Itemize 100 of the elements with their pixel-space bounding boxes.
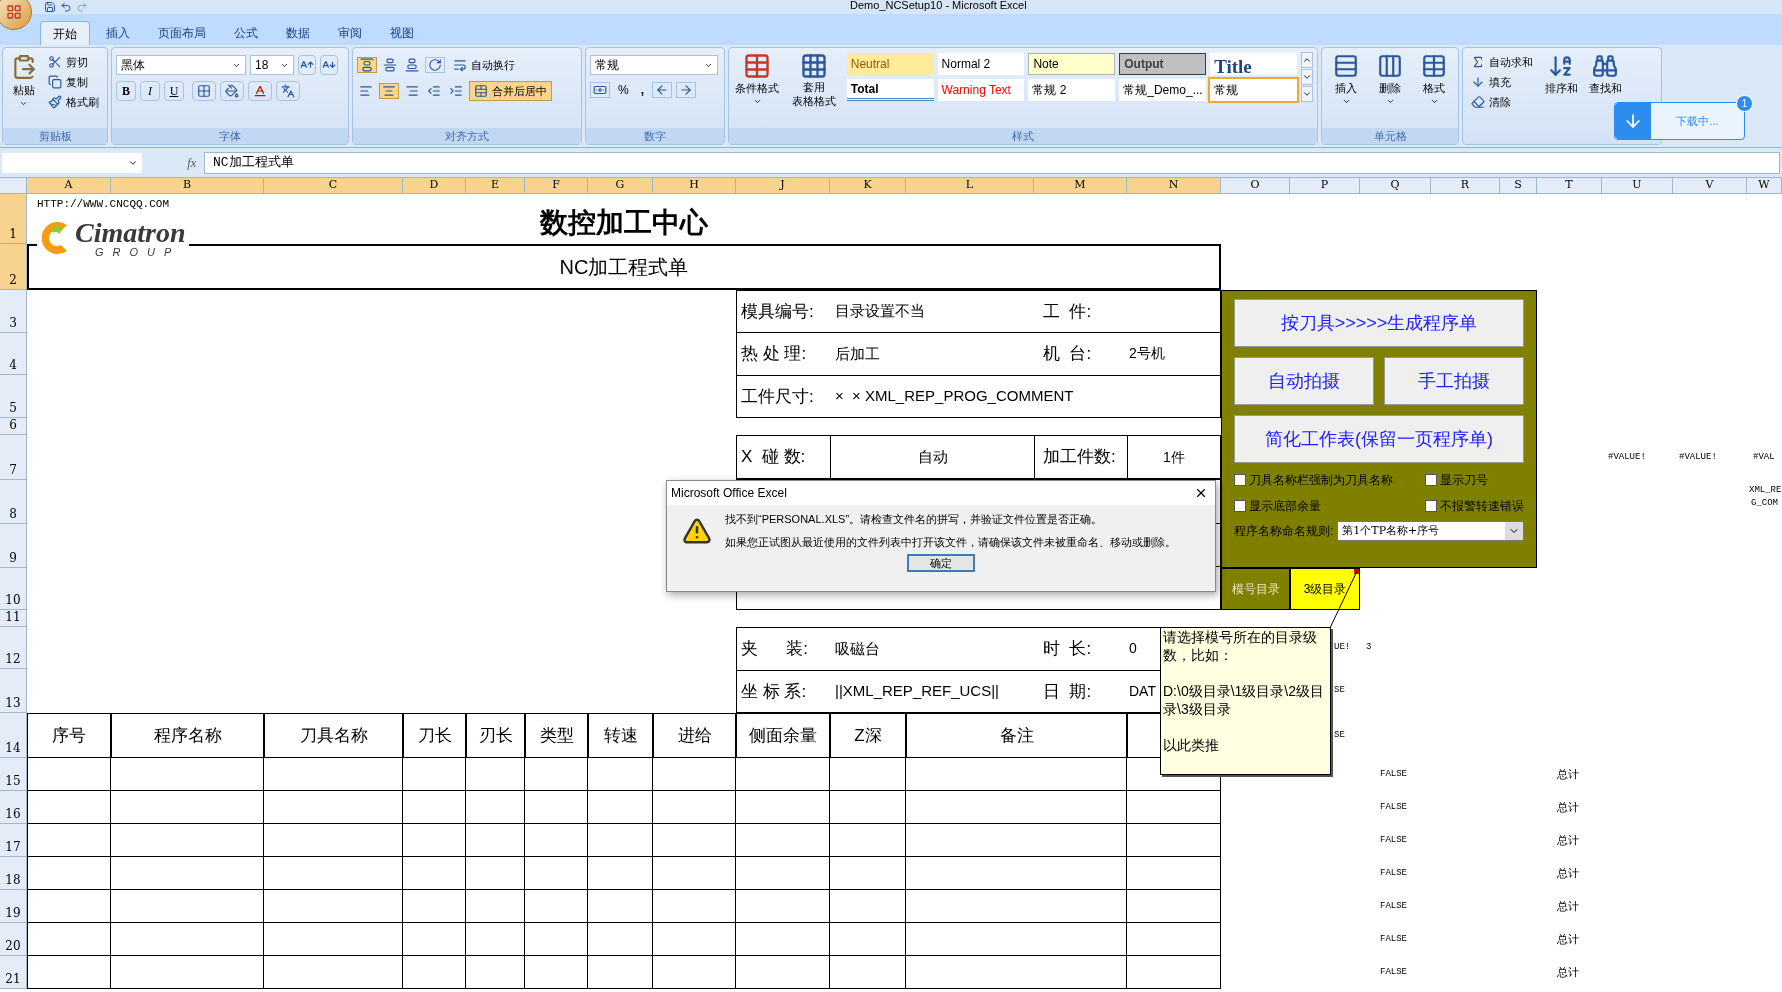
macro-button[interactable]: 自动拍摄 <box>1234 357 1374 405</box>
grow-font-button[interactable] <box>298 55 316 75</box>
column-header[interactable]: V <box>1673 178 1747 194</box>
column-header[interactable]: R <box>1431 178 1500 194</box>
cell-style-item[interactable]: 常规 <box>1210 79 1297 101</box>
row-header[interactable]: 10 <box>0 568 27 610</box>
row-header[interactable]: 13 <box>0 669 27 713</box>
row-header[interactable]: 4 <box>0 333 27 375</box>
column-header[interactable]: G <box>588 178 653 194</box>
ok-button[interactable]: 确定 <box>907 554 975 572</box>
column-header[interactable]: L <box>906 178 1034 194</box>
cell-style-item[interactable]: Warning Text <box>937 79 1025 101</box>
fill-color-button[interactable] <box>220 81 244 101</box>
ribbon-tab[interactable]: 审阅 <box>326 21 374 45</box>
paste-button[interactable]: 粘贴 <box>7 52 40 108</box>
ribbon-tab[interactable]: 公式 <box>222 21 270 45</box>
cell-style-item[interactable]: Title <box>1210 53 1297 75</box>
row-header[interactable]: 8 <box>0 480 27 524</box>
macro-button[interactable]: 手工拍摄 <box>1384 357 1524 405</box>
column-header[interactable]: Q <box>1360 178 1431 194</box>
column-header[interactable]: B <box>111 178 264 194</box>
clipboard-button[interactable]: 剪切 <box>44 52 103 72</box>
cells-button[interactable]: 格式 <box>1414 52 1454 106</box>
row-header[interactable]: 15 <box>0 758 27 791</box>
column-header[interactable]: A <box>27 178 111 194</box>
decrease-decimal-button[interactable] <box>676 82 696 98</box>
rule-dropdown[interactable]: 第1个TP名称+序号 <box>1337 521 1524 541</box>
row-header[interactable]: 14 <box>0 713 27 758</box>
option-checkbox[interactable]: 刀具名称栏强制为刀具名称 <box>1234 471 1417 489</box>
row-header[interactable]: 9 <box>0 524 27 568</box>
conditional-format-button[interactable]: 条件格式 <box>733 52 782 106</box>
increase-decimal-button[interactable] <box>652 82 672 98</box>
column-header[interactable]: W <box>1747 178 1782 194</box>
row-header[interactable]: 7 <box>0 435 27 480</box>
column-header[interactable]: K <box>830 178 906 194</box>
option-checkbox[interactable]: 不报警转速错误 <box>1425 497 1524 515</box>
editing-button[interactable]: 清除 <box>1467 92 1537 112</box>
column-header[interactable]: E <box>466 178 525 194</box>
column-header[interactable]: H <box>653 178 736 194</box>
column-header[interactable]: P <box>1290 178 1360 194</box>
cell-style-item[interactable]: 常规 2 <box>1028 79 1116 101</box>
cells-button[interactable]: 删除 <box>1370 52 1410 106</box>
checkbox[interactable] <box>1234 474 1246 486</box>
row-header[interactable]: 6 <box>0 418 27 435</box>
column-header[interactable]: O <box>1221 178 1290 194</box>
row-header[interactable]: 16 <box>0 791 27 824</box>
checkbox[interactable] <box>1425 474 1437 486</box>
editing-button[interactable]: 自动求和 <box>1467 52 1537 72</box>
row-header[interactable]: 12 <box>0 627 27 669</box>
number-format-field[interactable]: 常规 <box>590 55 718 75</box>
wrap-text-button[interactable]: 自动换行 <box>449 55 519 75</box>
align-left-button[interactable] <box>357 84 375 98</box>
row-header[interactable]: 1 <box>0 194 27 244</box>
macro-button[interactable]: 简化工作表(保留一页程序单) <box>1234 415 1524 463</box>
ribbon-tab[interactable]: 页面布局 <box>146 21 218 45</box>
cell-style-item[interactable]: Neutral <box>846 53 934 75</box>
checkbox[interactable] <box>1425 500 1437 512</box>
shrink-font-button[interactable] <box>320 55 338 75</box>
option-checkbox[interactable]: 显示底部余量 <box>1234 497 1417 515</box>
align-bottom-button[interactable] <box>403 58 421 72</box>
border-button[interactable] <box>192 81 216 101</box>
row-header[interactable]: 5 <box>0 375 27 418</box>
align-top-button[interactable] <box>357 57 377 73</box>
editing-button[interactable]: 填充 <box>1467 72 1537 92</box>
column-header[interactable]: M <box>1034 178 1127 194</box>
editing-large-button[interactable]: 查找和 <box>1585 52 1625 97</box>
row-header[interactable]: 17 <box>0 824 27 857</box>
column-header[interactable]: S <box>1500 178 1537 194</box>
function-label[interactable]: fx <box>150 153 196 172</box>
percent-button[interactable]: % <box>614 81 633 99</box>
table-format-button[interactable]: 套用 表格格式 <box>785 52 843 108</box>
office-button[interactable] <box>0 0 32 30</box>
column-header[interactable]: C <box>264 178 403 194</box>
formula-field[interactable]: NC加工程式单 <box>204 151 1780 174</box>
column-header[interactable]: D <box>403 178 466 194</box>
row-header[interactable]: 19 <box>0 890 27 923</box>
gallery-up-button[interactable] <box>1301 52 1313 68</box>
merge-center-button[interactable]: 合并后居中 <box>469 81 552 101</box>
row-header[interactable]: 18 <box>0 857 27 890</box>
ribbon-tab[interactable]: 插入 <box>94 21 142 45</box>
format-button[interactable]: I <box>140 81 160 101</box>
ribbon-tab[interactable]: 数据 <box>274 21 322 45</box>
column-header[interactable]: U <box>1602 178 1673 194</box>
row-header[interactable]: 21 <box>0 956 27 989</box>
cell-style-item[interactable]: Note <box>1028 53 1116 75</box>
align-right-button[interactable] <box>403 84 421 98</box>
orientation-button[interactable] <box>425 57 445 73</box>
cell-style-item[interactable]: Output <box>1119 53 1207 75</box>
editing-large-button[interactable]: 排序和 <box>1541 52 1581 97</box>
gallery-down-button[interactable] <box>1301 69 1313 85</box>
row-header[interactable]: 11 <box>0 610 27 627</box>
cell-style-item[interactable]: Total <box>846 79 934 101</box>
align-middle-button[interactable] <box>381 58 399 72</box>
align-center-button[interactable] <box>379 83 399 99</box>
checkbox[interactable] <box>1234 500 1246 512</box>
cells-button[interactable]: 插入 <box>1326 52 1366 106</box>
currency-button[interactable] <box>590 82 610 98</box>
ribbon-tab[interactable]: 开始 <box>40 21 90 45</box>
column-header[interactable]: T <box>1537 178 1602 194</box>
clipboard-button[interactable]: 复制 <box>44 72 103 92</box>
